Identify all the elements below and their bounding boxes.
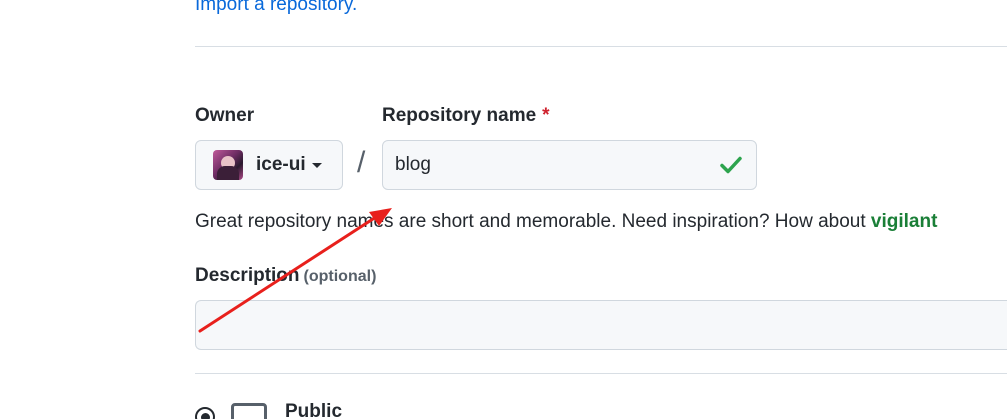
owner-label: Owner: [195, 105, 255, 126]
avatar: [213, 150, 243, 180]
repository-name-label-text: Repository name: [382, 105, 537, 126]
divider: [195, 373, 1007, 374]
owner-dropdown-button[interactable]: ice-ui: [195, 140, 343, 190]
public-radio[interactable]: [195, 407, 215, 419]
hint-text: Great repository names are short and mem…: [195, 211, 871, 232]
caret-down-icon: [311, 162, 322, 168]
name-suggestion[interactable]: vigilant: [871, 211, 938, 232]
description-input[interactable]: [195, 300, 1007, 350]
import-repository-link[interactable]: Import a repository.: [195, 0, 357, 16]
repo-icon: [231, 403, 267, 419]
repository-name-hint: Great repository names are short and mem…: [195, 211, 937, 233]
owner-name: ice-ui: [256, 154, 306, 175]
annotation-arrow: [198, 208, 392, 333]
owner-repo-separator: /: [357, 146, 366, 179]
divider: [195, 46, 1007, 47]
repository-name-input[interactable]: [382, 140, 757, 190]
description-label: Description (optional): [195, 265, 376, 287]
repository-name-label: Repository name *: [382, 105, 550, 127]
required-marker: *: [542, 105, 550, 126]
check-icon: [720, 156, 742, 174]
public-label: Public: [285, 401, 343, 419]
description-label-text: Description: [195, 265, 300, 286]
optional-tag: (optional): [303, 268, 377, 285]
create-repository-page: Import a repository. Owner Repository na…: [0, 0, 1007, 419]
